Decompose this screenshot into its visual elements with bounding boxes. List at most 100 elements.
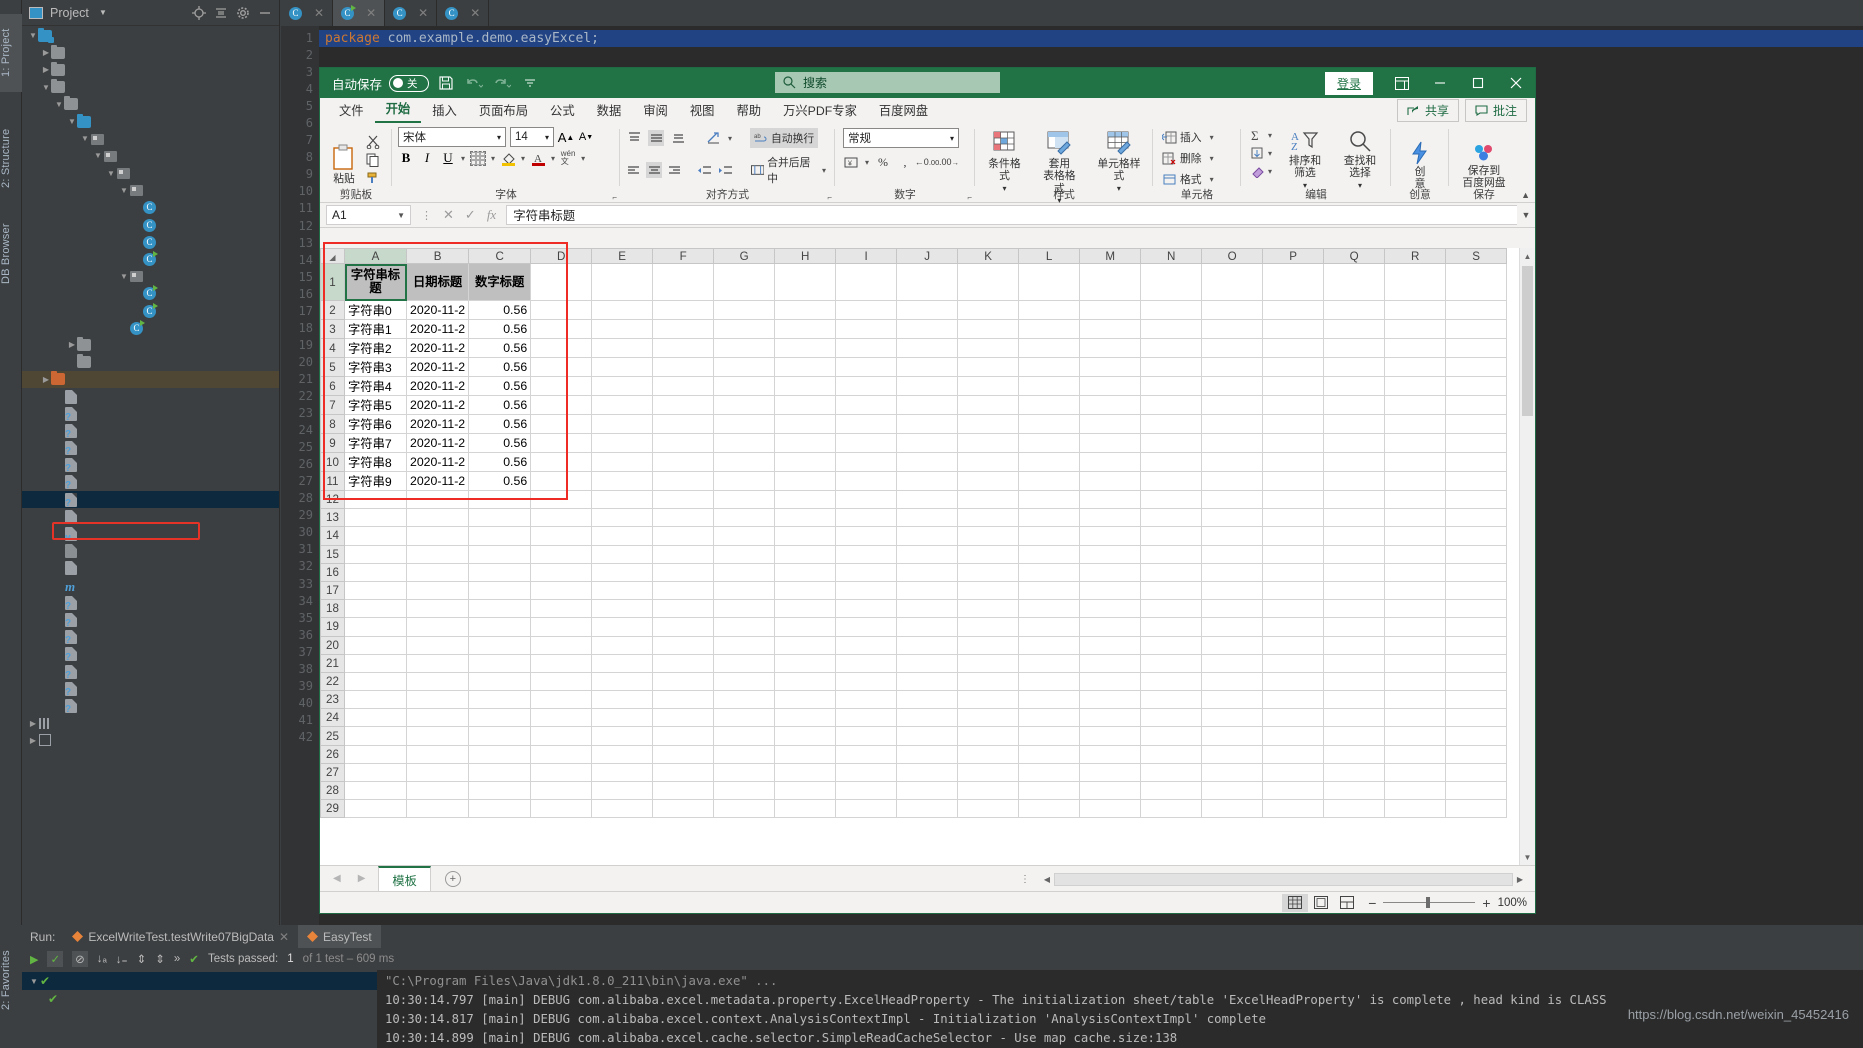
cell-B29[interactable] — [405, 799, 470, 819]
cell-A29[interactable] — [344, 799, 407, 819]
close-icon[interactable]: ✕ — [470, 6, 480, 20]
cell-F12[interactable] — [652, 489, 715, 510]
sidebar-tab-project[interactable]: 1: Project — [0, 14, 22, 92]
cell-L23[interactable] — [1018, 690, 1081, 710]
fill-button[interactable]: ▾ — [1247, 146, 1275, 161]
cell-O22[interactable] — [1201, 671, 1264, 692]
comma-icon[interactable]: , — [897, 154, 913, 170]
cell-K4[interactable] — [957, 338, 1020, 358]
cell-G22[interactable] — [713, 671, 776, 692]
cell-C7[interactable]: 0.56 — [468, 395, 532, 415]
cell-P9[interactable] — [1262, 433, 1325, 453]
column-header-F[interactable]: F — [652, 248, 715, 264]
cell-D25[interactable] — [530, 726, 593, 746]
editor-tab-demodao-java[interactable]: C ✕ — [437, 0, 490, 26]
row-header-22[interactable]: 22 — [320, 671, 345, 692]
cell-D14[interactable] — [530, 526, 593, 546]
cell-L8[interactable] — [1018, 414, 1081, 434]
maximize-icon[interactable] — [1459, 68, 1497, 98]
tree-node--mvn[interactable]: ▶ — [22, 61, 279, 78]
cell-G10[interactable] — [713, 452, 776, 472]
test-result-row[interactable]: ▼ ✔ — [22, 972, 377, 990]
cell-L29[interactable] — [1018, 799, 1081, 819]
cell-L24[interactable] — [1018, 708, 1081, 728]
increase-font-size-icon[interactable]: A ▲ — [558, 129, 575, 145]
cell-L5[interactable] — [1018, 357, 1081, 377]
cell-L3[interactable] — [1018, 319, 1081, 339]
tree-node-resources[interactable]: ▶ — [22, 336, 279, 353]
cell-J14[interactable] — [896, 526, 959, 546]
cell-Q23[interactable] — [1323, 690, 1386, 710]
cell-G2[interactable] — [713, 300, 776, 320]
decrease-decimal-icon[interactable]: .00 → — [939, 154, 959, 170]
cell-P21[interactable] — [1262, 653, 1325, 673]
cell-P26[interactable] — [1262, 744, 1325, 764]
cell-A6[interactable]: 字符串4 — [344, 376, 407, 396]
italic-icon[interactable]: I — [419, 150, 435, 166]
cell-S28[interactable] — [1445, 780, 1508, 801]
cell-N15[interactable] — [1140, 544, 1203, 564]
column-header-B[interactable]: B — [405, 248, 470, 264]
tree-node-03-excel-xls[interactable] — [22, 405, 279, 423]
tree-node-src03-excel-xls[interactable] — [22, 611, 279, 629]
cell-I20[interactable] — [835, 635, 898, 655]
cell-S2[interactable] — [1445, 300, 1508, 320]
cell-H27[interactable] — [774, 762, 837, 783]
delete-cells-button[interactable]: 删除 ▾ — [1159, 149, 1217, 167]
cell-O21[interactable] — [1201, 653, 1264, 673]
cell-R18[interactable] — [1384, 599, 1447, 619]
cell-R19[interactable] — [1384, 617, 1447, 637]
cell-H25[interactable] — [774, 726, 837, 746]
cell-K3[interactable] — [957, 319, 1020, 339]
cell-B14[interactable] — [405, 526, 470, 546]
cell-E5[interactable] — [591, 357, 654, 377]
cell-H1[interactable] — [774, 263, 837, 301]
cell-C1[interactable]: 数字标题 — [468, 263, 532, 301]
zoom-slider-knob[interactable] — [1426, 897, 1431, 908]
autosave-toggle[interactable]: 自动保存 关 — [332, 74, 430, 93]
show-ignored-icon[interactable]: ⊘ — [72, 951, 88, 967]
cell-Q28[interactable] — [1323, 780, 1386, 801]
tree-node-excelread[interactable]: C — [22, 285, 279, 302]
cell-N23[interactable] — [1140, 690, 1203, 710]
tree-node-excelwritetest[interactable]: C — [22, 302, 279, 319]
cell-B8[interactable]: 2020-11-2 — [405, 414, 470, 434]
cell-G12[interactable] — [713, 489, 776, 510]
tree-node-java[interactable]: ▼ — [22, 113, 279, 130]
column-header-N[interactable]: N — [1140, 248, 1203, 264]
cell-P12[interactable] — [1262, 489, 1325, 510]
cell-N26[interactable] — [1140, 744, 1203, 764]
more-icon[interactable]: ⋮ — [1020, 874, 1030, 885]
cell-O1[interactable] — [1201, 263, 1264, 301]
cell-L7[interactable] — [1018, 395, 1081, 415]
cell-I16[interactable] — [835, 562, 898, 582]
tree-node-main[interactable]: ▼ — [22, 96, 279, 113]
cell-Q8[interactable] — [1323, 414, 1386, 434]
tree-node-demodata[interactable]: C — [22, 216, 279, 233]
bold-icon[interactable]: B — [398, 150, 414, 166]
cell-A26[interactable] — [344, 744, 407, 764]
row-header-15[interactable]: 15 — [320, 544, 345, 564]
comments-button[interactable]: 批注 — [1464, 99, 1527, 122]
cell-Q11[interactable] — [1323, 471, 1386, 491]
close-icon[interactable]: ✕ — [279, 930, 289, 944]
project-tree[interactable]: ▼▶▶▼▼▼▼▼▼▼CCCC▼CCC▶▶m▶▶ — [22, 27, 279, 925]
collapse-all-icon[interactable] — [213, 5, 229, 21]
tree-node-external-libraries[interactable]: ▶ — [22, 715, 279, 732]
cell-A22[interactable] — [344, 671, 407, 692]
creative-button[interactable]: 创 意 — [1403, 139, 1437, 193]
cell-E4[interactable] — [591, 338, 654, 358]
cell-P17[interactable] — [1262, 580, 1325, 601]
expand-arrow-icon[interactable]: ▼ — [119, 272, 129, 281]
cell-E9[interactable] — [591, 433, 654, 453]
cell-M4[interactable] — [1079, 338, 1142, 358]
ribbon-tab-1[interactable]: 开始 — [374, 96, 422, 123]
cell-F25[interactable] — [652, 726, 715, 746]
tree-node-easyexcel[interactable]: ▼ — [22, 182, 279, 199]
expand-arrow-icon[interactable]: ▼ — [28, 31, 38, 40]
cell-I13[interactable] — [835, 508, 898, 528]
scroll-down-icon[interactable]: ▼ — [1520, 849, 1535, 865]
vertical-scrollbar[interactable]: ▲ ▼ — [1519, 248, 1535, 865]
fx-icon[interactable]: fx — [487, 207, 496, 223]
cell-C3[interactable]: 0.56 — [468, 319, 532, 339]
